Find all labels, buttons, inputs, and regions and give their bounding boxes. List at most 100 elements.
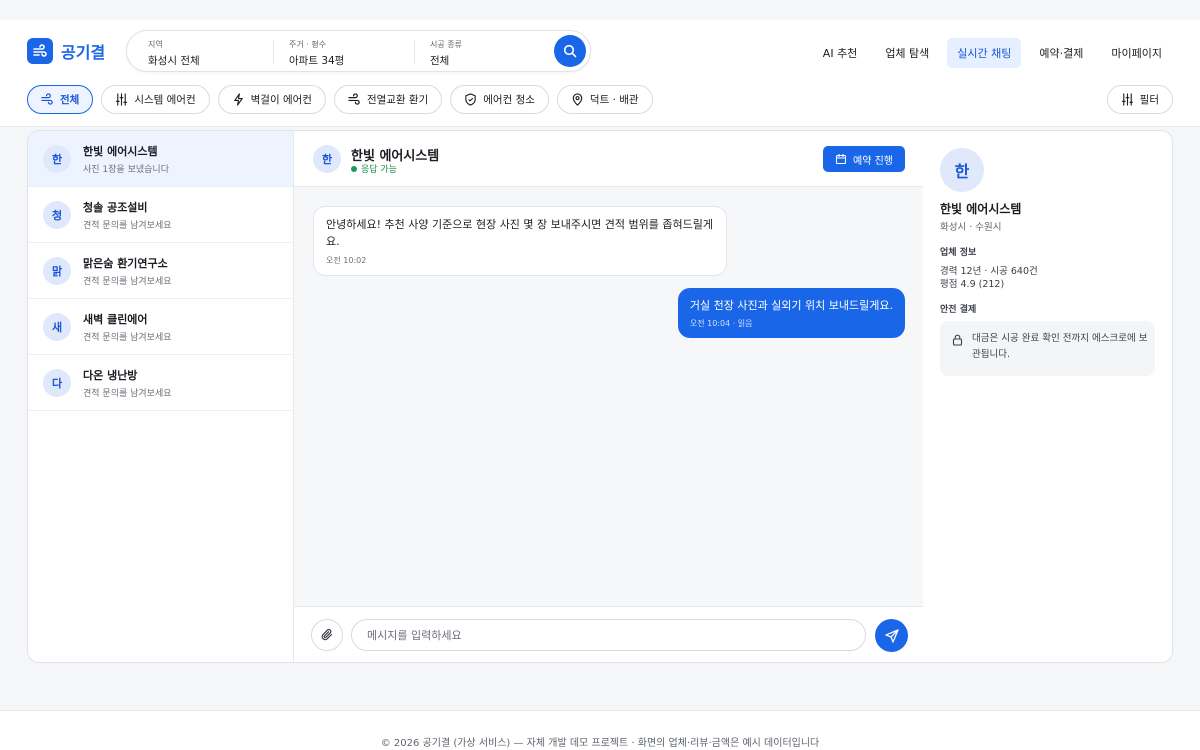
pin-icon [572, 93, 583, 106]
avatar: 한 [940, 148, 984, 192]
work-type-label: 시공 종류 [430, 40, 462, 49]
send-button[interactable] [875, 619, 908, 652]
chat-window: 한 한빛 에어시스템 응답 가능 예약 진행 안녕하세요! 추천 사양 기준으로… [294, 131, 923, 662]
nav-browse[interactable]: 업체 탐색 [875, 38, 939, 68]
vendor-experience: 경력 12년 · 시공 640건 [940, 266, 1038, 277]
nav-ai-recommend[interactable]: AI 추천 [813, 38, 868, 68]
lock-icon [952, 334, 963, 346]
divider [273, 40, 274, 64]
housing-field[interactable]: 주거 · 평수 아파트 34평 [289, 39, 409, 67]
chip-label: 덕트 · 배관 [589, 94, 639, 106]
filter-button[interactable]: 필터 [1106, 85, 1173, 114]
chip-system-ac[interactable]: 시스템 에어컨 [101, 85, 210, 114]
paperclip-icon [321, 629, 333, 641]
conversation-item[interactable]: 새 새벽 클린에어 견적 문의를 남겨보세요 [28, 299, 293, 355]
conversation-preview: 견적 문의를 남겨보세요 [83, 332, 172, 343]
safe-payment-heading: 안전 결제 [940, 305, 977, 315]
conversation-name: 청솔 공조설비 [83, 200, 148, 214]
message-input[interactable] [351, 619, 866, 651]
chip-label: 시스템 에어컨 [134, 94, 196, 106]
wind-logo-icon [27, 38, 53, 64]
conversation-preview: 견적 문의를 남겨보세요 [83, 388, 172, 399]
footer-text: © 2026 공기결 (가상 서비스) — 자체 개발 데모 프로젝트 · 화면… [380, 738, 820, 749]
conversation-item[interactable]: 청 청솔 공조설비 견적 문의를 남겨보세요 [28, 187, 293, 243]
chip-label: 전체 [60, 94, 80, 106]
sliders-icon [116, 93, 128, 106]
chip-label: 벽걸이 에어컨 [250, 94, 312, 106]
conversation-preview: 견적 문의를 남겨보세요 [83, 220, 172, 231]
shield-icon [465, 93, 476, 106]
vendor-location: 화성시 · 수원시 [940, 222, 1002, 233]
message-text: 안녕하세요! 추천 사양 기준으로 현장 사진 몇 장 보내주시면 견적 범위를… [326, 218, 713, 248]
avatar: 한 [43, 144, 71, 173]
status-badge: 응답 가능 [351, 162, 397, 175]
status-text: 응답 가능 [361, 165, 397, 175]
conversation-preview: 견적 문의를 남겨보세요 [83, 276, 172, 287]
escrow-notice: 대금은 시공 완료 확인 전까지 에스크로에 보관됩니다. [940, 321, 1155, 376]
conversation-list: 한 한빛 에어시스템 사진 1장을 보냈습니다 청 청솔 공조설비 견적 문의를… [28, 131, 294, 662]
chat-header: 한 한빛 에어시스템 응답 가능 예약 진행 [294, 131, 923, 187]
sliders-icon [1121, 93, 1133, 106]
top-row: 공기결 지역 화성시 전체 주거 · 평수 아파트 34평 시공 종류 전체 A… [0, 30, 1200, 72]
nav-live-chat[interactable]: 실시간 채팅 [947, 38, 1022, 68]
avatar: 한 [313, 145, 341, 173]
message-time: 오전 10:02 [326, 256, 367, 265]
company-info-heading: 업체 정보 [940, 248, 977, 258]
vendor-info-panel: 한 한빛 에어시스템 화성시 · 수원시 업체 정보 경력 12년 · 시공 6… [923, 131, 1172, 662]
chip-duct-piping[interactable]: 덕트 · 배관 [556, 85, 653, 114]
conversation-name: 다온 냉난방 [83, 368, 138, 382]
book-label: 예약 진행 [853, 155, 893, 167]
housing-value: 아파트 34평 [289, 55, 345, 67]
conversation-item[interactable]: 맑 맑은숨 환기연구소 견적 문의를 남겨보세요 [28, 243, 293, 299]
housing-label: 주거 · 평수 [289, 40, 327, 49]
chip-label: 전열교환 환기 [366, 94, 429, 106]
message-text: 거실 천장 사진과 실외기 위치 보내드릴게요. [689, 299, 893, 312]
calendar-icon [835, 154, 847, 165]
chip-wall-ac[interactable]: 벽걸이 에어컨 [217, 85, 326, 114]
work-type-value: 전체 [430, 55, 450, 67]
search-icon [563, 44, 577, 58]
chip-label: 에어컨 청소 [483, 94, 535, 106]
avatar: 청 [43, 200, 71, 229]
main-nav: AI 추천 업체 탐색 실시간 채팅 예약·결제 마이페이지 [813, 38, 1172, 68]
region-label: 지역 [148, 40, 163, 49]
avatar: 맑 [43, 256, 71, 285]
attach-button[interactable] [311, 619, 343, 651]
send-icon [884, 628, 899, 643]
chat-panel: 한 한빛 에어시스템 사진 1장을 보냈습니다 청 청솔 공조설비 견적 문의를… [27, 130, 1173, 663]
escrow-text: 대금은 시공 완료 확인 전까지 에스크로에 보관됩니다. [972, 333, 1148, 360]
search-bar: 지역 화성시 전체 주거 · 평수 아파트 34평 시공 종류 전체 [126, 30, 591, 72]
bolt-icon [233, 93, 243, 106]
region-value: 화성시 전체 [148, 55, 200, 67]
conversation-item[interactable]: 한 한빛 에어시스템 사진 1장을 보냈습니다 [28, 131, 293, 187]
work-type-field[interactable]: 시공 종류 전체 [430, 39, 540, 67]
avatar: 다 [43, 368, 71, 397]
chip-ac-cleaning[interactable]: 에어컨 청소 [450, 85, 549, 114]
app-name: 공기결 [61, 43, 106, 62]
conversation-name: 새벽 클린에어 [83, 312, 148, 326]
chip-ventilation[interactable]: 전열교환 환기 [333, 85, 443, 114]
conversation-item[interactable]: 다 다온 냉난방 견적 문의를 남겨보세요 [28, 355, 293, 411]
message-composer [294, 606, 923, 662]
message-time: 오전 10:04 · 읽음 [689, 319, 753, 328]
book-button[interactable]: 예약 진행 [823, 146, 905, 172]
conversation-name: 맑은숨 환기연구소 [83, 256, 168, 270]
nav-booking[interactable]: 예약·결제 [1029, 38, 1093, 68]
chip-all[interactable]: 전체 [27, 85, 94, 114]
conversation-preview: 사진 1장을 보냈습니다 [83, 164, 169, 175]
message-incoming: 안녕하세요! 추천 사양 기준으로 현장 사진 몇 장 보내주시면 견적 범위를… [313, 206, 727, 276]
online-dot-icon [351, 165, 357, 172]
avatar: 새 [43, 312, 71, 341]
message-outgoing: 거실 천장 사진과 실외기 위치 보내드릴게요. 오전 10:04 · 읽음 [677, 288, 905, 338]
header: 공기결 지역 화성시 전체 주거 · 평수 아파트 34평 시공 종류 전체 A… [0, 20, 1200, 127]
logo[interactable]: 공기결 [27, 38, 105, 64]
search-button[interactable] [554, 35, 586, 67]
region-field[interactable]: 지역 화성시 전체 [148, 39, 268, 67]
vendor-name: 한빛 에어시스템 [940, 202, 1022, 216]
vendor-rating: 평점 4.9 (212) [940, 279, 1005, 290]
footer: © 2026 공기결 (가상 서비스) — 자체 개발 데모 프로젝트 · 화면… [0, 710, 1200, 750]
wind-icon [348, 93, 360, 105]
filter-label: 필터 [1139, 94, 1159, 106]
divider [414, 40, 415, 64]
nav-mypage[interactable]: 마이페이지 [1101, 38, 1172, 68]
